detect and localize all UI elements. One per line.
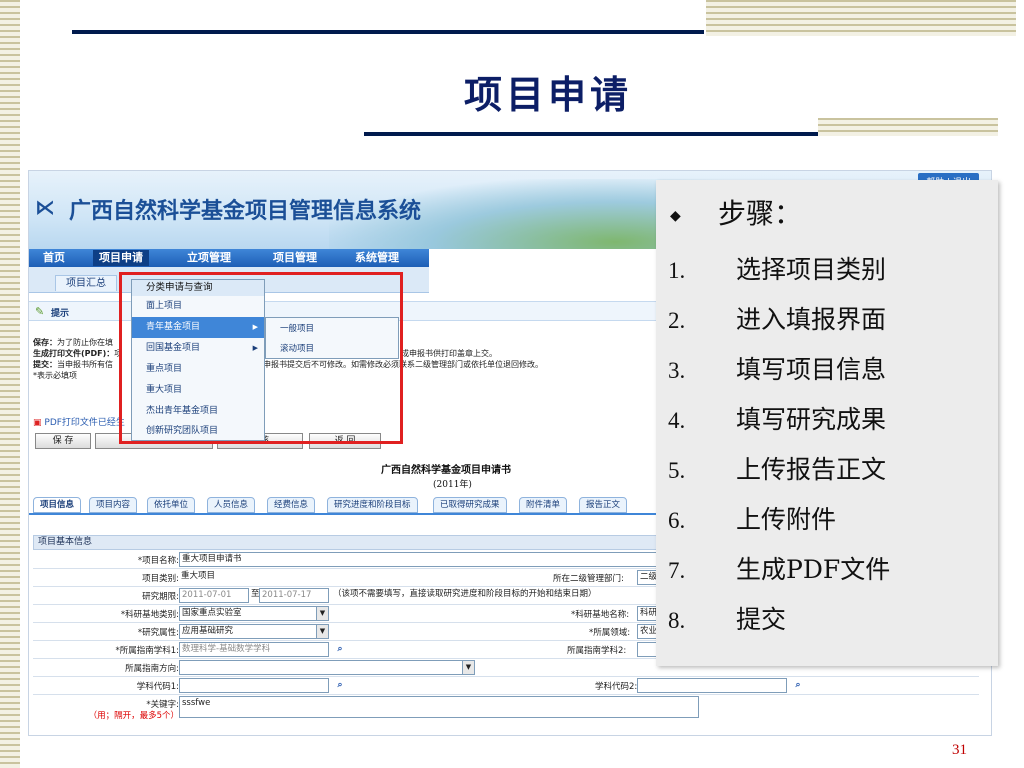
tip-pdf: 生成打印文件(PDF)：项 xyxy=(33,349,123,358)
direction-label: 所属指南方向: xyxy=(125,664,179,674)
tab-report-body[interactable]: 报告正文 xyxy=(579,497,628,513)
dept-label: 所在二级管理部门: xyxy=(553,574,624,584)
subject1-label: *所属指南学科1: xyxy=(115,646,179,656)
subject2-label: 所属指南学科2: xyxy=(567,646,627,656)
chevron-down-icon: ▼ xyxy=(316,607,328,620)
slide-top-decoration xyxy=(706,0,1016,36)
tab-progress[interactable]: 研究进度和阶段目标 xyxy=(327,497,418,513)
tip-title: 提示 xyxy=(51,309,70,319)
base-type-select[interactable]: 国家重点实验室 ▼ xyxy=(179,606,329,621)
step-item: 5. 上传报告正文 xyxy=(668,455,887,484)
chevron-down-icon: ▼ xyxy=(316,625,328,638)
nav-system-manage[interactable]: 系统管理 xyxy=(355,250,399,266)
step-item: 7. 生成PDF文件 xyxy=(668,555,891,584)
code1-input[interactable] xyxy=(179,678,329,693)
tip-submit: 提交：当申报书所有信 xyxy=(33,360,113,369)
project-name-input[interactable]: 重大项目申请书 xyxy=(179,552,659,567)
nav-project-manage[interactable]: 项目管理 xyxy=(273,250,317,266)
base-name-label: *科研基地名称: xyxy=(571,610,630,620)
code1-label: 学科代码1: xyxy=(136,682,179,692)
page-number: 31 xyxy=(952,742,967,758)
project-name-label: *项目名称: xyxy=(137,556,179,566)
nav-project-apply[interactable]: 项目申请 xyxy=(93,250,149,266)
search-icon[interactable]: ⌕ xyxy=(333,643,347,656)
keyword-input[interactable]: sssfwe xyxy=(179,696,699,718)
search-icon[interactable]: ⌕ xyxy=(791,679,805,692)
field-label: *所属领域: xyxy=(589,628,631,638)
save-button[interactable]: 保 存 xyxy=(35,433,91,449)
tab-attachments[interactable]: 附件清单 xyxy=(519,497,568,513)
pdf-status: ▣ PDF打印文件已经生 xyxy=(33,418,125,428)
tab-project-content[interactable]: 项目内容 xyxy=(89,497,138,513)
document-year: (2011年) xyxy=(433,480,472,490)
base-type-label: *科研基地类别: xyxy=(120,610,179,620)
attr-label: *研究属性: xyxy=(137,628,179,638)
step-item: 6. 上传附件 xyxy=(668,505,837,534)
period-note: （该项不需要填写，直接读取研究进度和阶段目标的开始和结束日期） xyxy=(333,589,597,599)
document-title: 广西自然科学基金项目申请书 xyxy=(381,465,511,476)
nav-home[interactable]: 首页 xyxy=(43,250,65,266)
pencil-icon: ✎ xyxy=(35,305,45,318)
code2-label: 学科代码2: xyxy=(595,682,638,692)
subject1-input[interactable]: 数理科学-基础数学学科 xyxy=(179,642,329,657)
period-start-input[interactable]: 2011-07-01 xyxy=(179,588,249,603)
keyword-hint: （用；隔开，最多5个） xyxy=(88,711,179,721)
step-item: 2. 进入填报界面 xyxy=(668,305,887,334)
tip-required: *表示必填项 xyxy=(33,371,77,380)
tip-save: 保存：为了防止你在填 xyxy=(33,338,113,347)
steps-panel: ◆ 步骤： 1. 选择项目类别 2. 进入填报界面 3. 填写项目信息 4. 填写研究成果… xyxy=(656,180,998,666)
step-item: 1. 选择项目类别 xyxy=(668,255,887,284)
slide-bottom-decoration xyxy=(818,118,998,136)
diamond-bullet-icon: ◆ xyxy=(670,207,681,224)
step-item: 8. 提交 xyxy=(668,605,787,634)
tip-right-1: 成申报书供打印盖章上交。 xyxy=(401,349,497,358)
period-end-input[interactable]: 2011-07-17 xyxy=(259,588,329,603)
tab-achievements[interactable]: 已取得研究成果 xyxy=(433,497,507,513)
system-title: 广西自然科学基金项目管理信息系统 xyxy=(69,198,422,224)
period-label: 研究期限: xyxy=(142,592,179,602)
tab-personnel[interactable]: 人员信息 xyxy=(207,497,256,513)
category-value: 重大项目 xyxy=(181,571,216,581)
tab-project-info[interactable]: 项目信息 xyxy=(33,497,82,513)
pdf-icon: ▣ xyxy=(33,418,42,428)
slide-top-rule xyxy=(72,30,704,34)
highlight-frame xyxy=(119,272,403,444)
search-icon[interactable]: ⌕ xyxy=(333,679,347,692)
system-logo-icon: ⋉ xyxy=(35,195,55,219)
main-nav: 首页 项目申请 立项管理 项目管理 系统管理 xyxy=(29,249,429,267)
steps-heading: ◆ 步骤： xyxy=(670,197,803,230)
row-keyword: *关键字: （用；隔开，最多5个） sssfwe xyxy=(33,695,979,735)
nav-approval[interactable]: 立项管理 xyxy=(187,250,231,266)
step-item: 3. 填写项目信息 xyxy=(668,355,887,384)
category-label: 项目类别: xyxy=(142,574,179,584)
tab-host-unit[interactable]: 依托单位 xyxy=(147,497,196,513)
slide-left-stripes xyxy=(0,0,20,768)
code2-input[interactable] xyxy=(637,678,787,693)
tab-project-summary[interactable]: 项目汇总 xyxy=(55,275,117,291)
direction-select[interactable]: ▼ xyxy=(179,660,475,675)
row-code: 学科代码1: ⌕ 学科代码2: ⌕ xyxy=(33,677,979,695)
slide-title: 项目申请 xyxy=(464,72,633,117)
tab-budget[interactable]: 经费信息 xyxy=(267,497,316,513)
chevron-down-icon: ▼ xyxy=(462,661,474,674)
attr-select[interactable]: 应用基础研究 ▼ xyxy=(179,624,329,639)
step-item: 4. 填写研究成果 xyxy=(668,405,887,434)
